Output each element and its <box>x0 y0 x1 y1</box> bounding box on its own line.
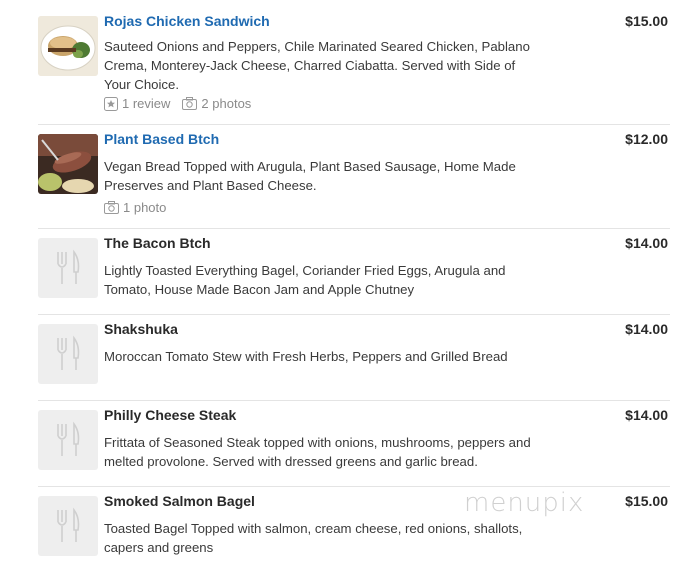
photos-link[interactable]: 2 photos <box>182 96 251 111</box>
divider <box>38 124 670 125</box>
item-price: $15.00 <box>625 493 668 509</box>
item-thumbnail-placeholder <box>38 496 98 556</box>
item-name[interactable]: The Bacon Btch <box>104 235 211 251</box>
item-thumbnail-placeholder <box>38 324 98 384</box>
sandwich-photo-icon <box>38 16 98 76</box>
divider <box>38 314 670 315</box>
photos-count: 2 photos <box>201 96 252 111</box>
item-price: $14.00 <box>625 235 668 251</box>
item-price: $14.00 <box>625 321 668 337</box>
item-name[interactable]: Rojas Chicken Sandwich <box>104 13 270 29</box>
item-thumbnail-placeholder <box>38 410 98 470</box>
item-description: Sauteed Onions and Peppers, Chile Marina… <box>104 39 530 92</box>
item-name[interactable]: Plant Based Btch <box>104 131 219 147</box>
item-thumbnail[interactable] <box>38 16 98 76</box>
photos-count: 1 photo <box>123 200 167 215</box>
camera-icon <box>182 97 198 110</box>
utensils-icon <box>57 249 80 284</box>
utensils-icon <box>57 335 80 370</box>
item-name[interactable]: Shakshuka <box>104 321 178 337</box>
item-description: Lightly Toasted Everything Bagel, Corian… <box>104 263 506 297</box>
camera-icon <box>104 201 119 214</box>
item-description: Frittata of Seasoned Steak topped with o… <box>104 435 531 469</box>
star-review-icon <box>104 96 118 111</box>
reviews-count: 1 review <box>122 96 171 111</box>
watermark: menupix <box>464 488 585 518</box>
item-description: Moroccan Tomato Stew with Fresh Herbs, P… <box>104 349 508 364</box>
item-price: $15.00 <box>625 13 668 29</box>
item-description: Vegan Bread Topped with Arugula, Plant B… <box>104 159 516 193</box>
item-meta: 1 photo <box>104 200 178 215</box>
item-name[interactable]: Smoked Salmon Bagel <box>104 493 255 509</box>
utensils-icon <box>57 421 80 456</box>
item-price: $14.00 <box>625 407 668 423</box>
item-thumbnail[interactable] <box>38 134 98 194</box>
item-description: Toasted Bagel Topped with salmon, cream … <box>104 521 523 555</box>
reviews-link[interactable]: 1 review <box>104 96 170 111</box>
item-thumbnail-placeholder <box>38 238 98 298</box>
photos-link[interactable]: 1 photo <box>104 200 166 215</box>
divider <box>38 486 670 487</box>
utensils-icon <box>57 507 80 542</box>
sausage-photo-icon <box>38 134 98 194</box>
item-price: $12.00 <box>625 131 668 147</box>
divider <box>38 400 670 401</box>
item-name[interactable]: Philly Cheese Steak <box>104 407 236 423</box>
divider <box>38 228 670 229</box>
item-meta: 1 review 2 photos <box>104 96 263 111</box>
